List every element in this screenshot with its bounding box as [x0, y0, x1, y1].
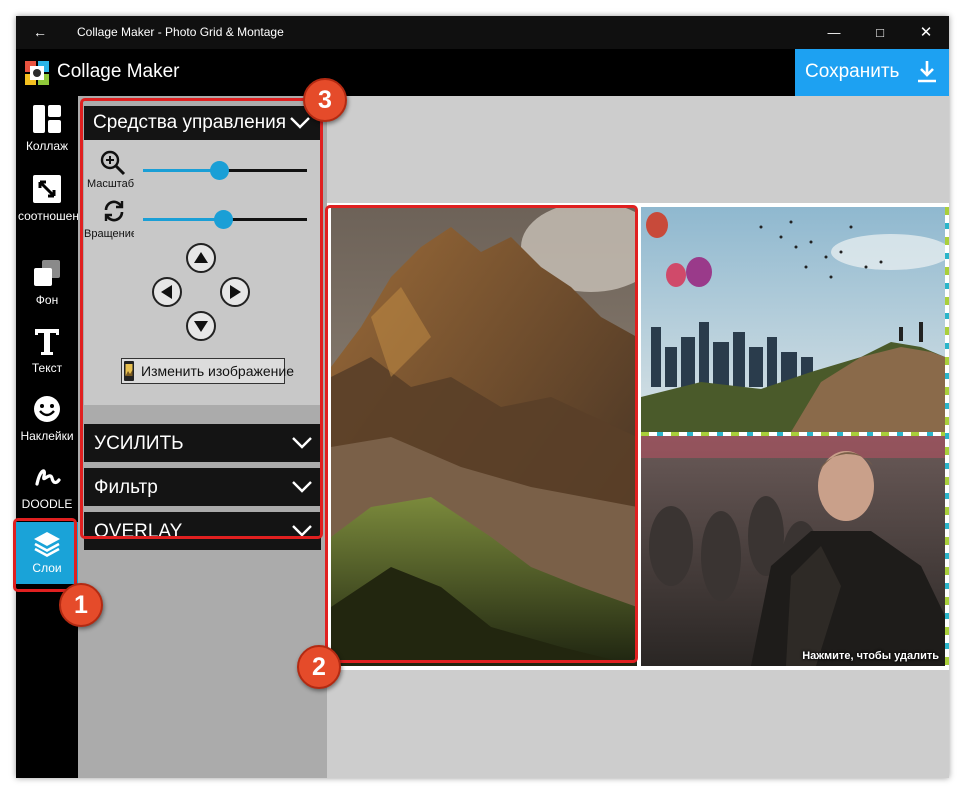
- chevron-down-icon[interactable]: [289, 116, 311, 130]
- collage-cell-portrait[interactable]: Нажмите, чтобы удалить: [641, 436, 945, 666]
- grid-icon: [33, 105, 61, 133]
- sidebar-item-ratio[interactable]: соотношение: [16, 174, 78, 224]
- text-icon: [35, 329, 59, 355]
- save-button-label: Сохранить: [805, 61, 900, 82]
- sidebar-item-label: Текст: [31, 361, 63, 375]
- title-bar: ← Collage Maker - Photo Grid & Montage —…: [16, 16, 949, 49]
- city-balloons-photo: [641, 207, 945, 432]
- sidebar-item-background[interactable]: Фон: [16, 258, 78, 308]
- portrait-photo: [641, 436, 945, 666]
- highlight-layers-tab: [13, 518, 77, 592]
- collage-border: [641, 432, 945, 436]
- download-icon: [918, 61, 936, 83]
- maximize-icon[interactable]: □: [857, 16, 903, 49]
- collage-border: [945, 207, 949, 666]
- delete-hint: Нажмите, чтобы удалить: [802, 650, 939, 662]
- sticker-icon: [34, 396, 60, 422]
- sidebar-item-collage[interactable]: Коллаж: [16, 104, 78, 154]
- app-bar: Collage Maker Сохранить: [16, 49, 949, 96]
- app-logo-icon: [25, 61, 49, 85]
- doodle-icon: [35, 469, 61, 486]
- window-title: Collage Maker - Photo Grid & Montage: [77, 25, 284, 39]
- sidebar-item-label: Фон: [35, 293, 59, 307]
- sidebar-item-doodle[interactable]: DOODLE: [16, 462, 78, 512]
- sidebar-item-text[interactable]: Текст: [16, 326, 78, 376]
- step-badge-2: 2: [297, 645, 341, 689]
- close-icon[interactable]: ✕: [903, 16, 949, 49]
- sidebar-item-label: DOODLE: [21, 497, 73, 511]
- save-button[interactable]: Сохранить: [795, 49, 949, 96]
- resize-icon: [33, 175, 61, 203]
- highlight-photo-cell: [325, 205, 638, 663]
- minimize-icon[interactable]: —: [811, 16, 857, 49]
- sidebar-item-label: соотношение: [18, 209, 78, 223]
- collage-cell-city[interactable]: [641, 207, 945, 432]
- app-name: Collage Maker: [57, 61, 180, 82]
- background-icon: [34, 260, 60, 286]
- sidebar-item-stickers[interactable]: Наклейки: [16, 394, 78, 444]
- sidebar: Коллаж соотношение Фон Текст: [16, 96, 78, 778]
- back-arrow-icon[interactable]: ←: [28, 22, 52, 42]
- highlight-controls-panel: [80, 98, 323, 539]
- step-badge-1: 1: [59, 583, 103, 627]
- sidebar-item-label: Коллаж: [25, 139, 69, 153]
- sidebar-item-label: Наклейки: [20, 429, 74, 443]
